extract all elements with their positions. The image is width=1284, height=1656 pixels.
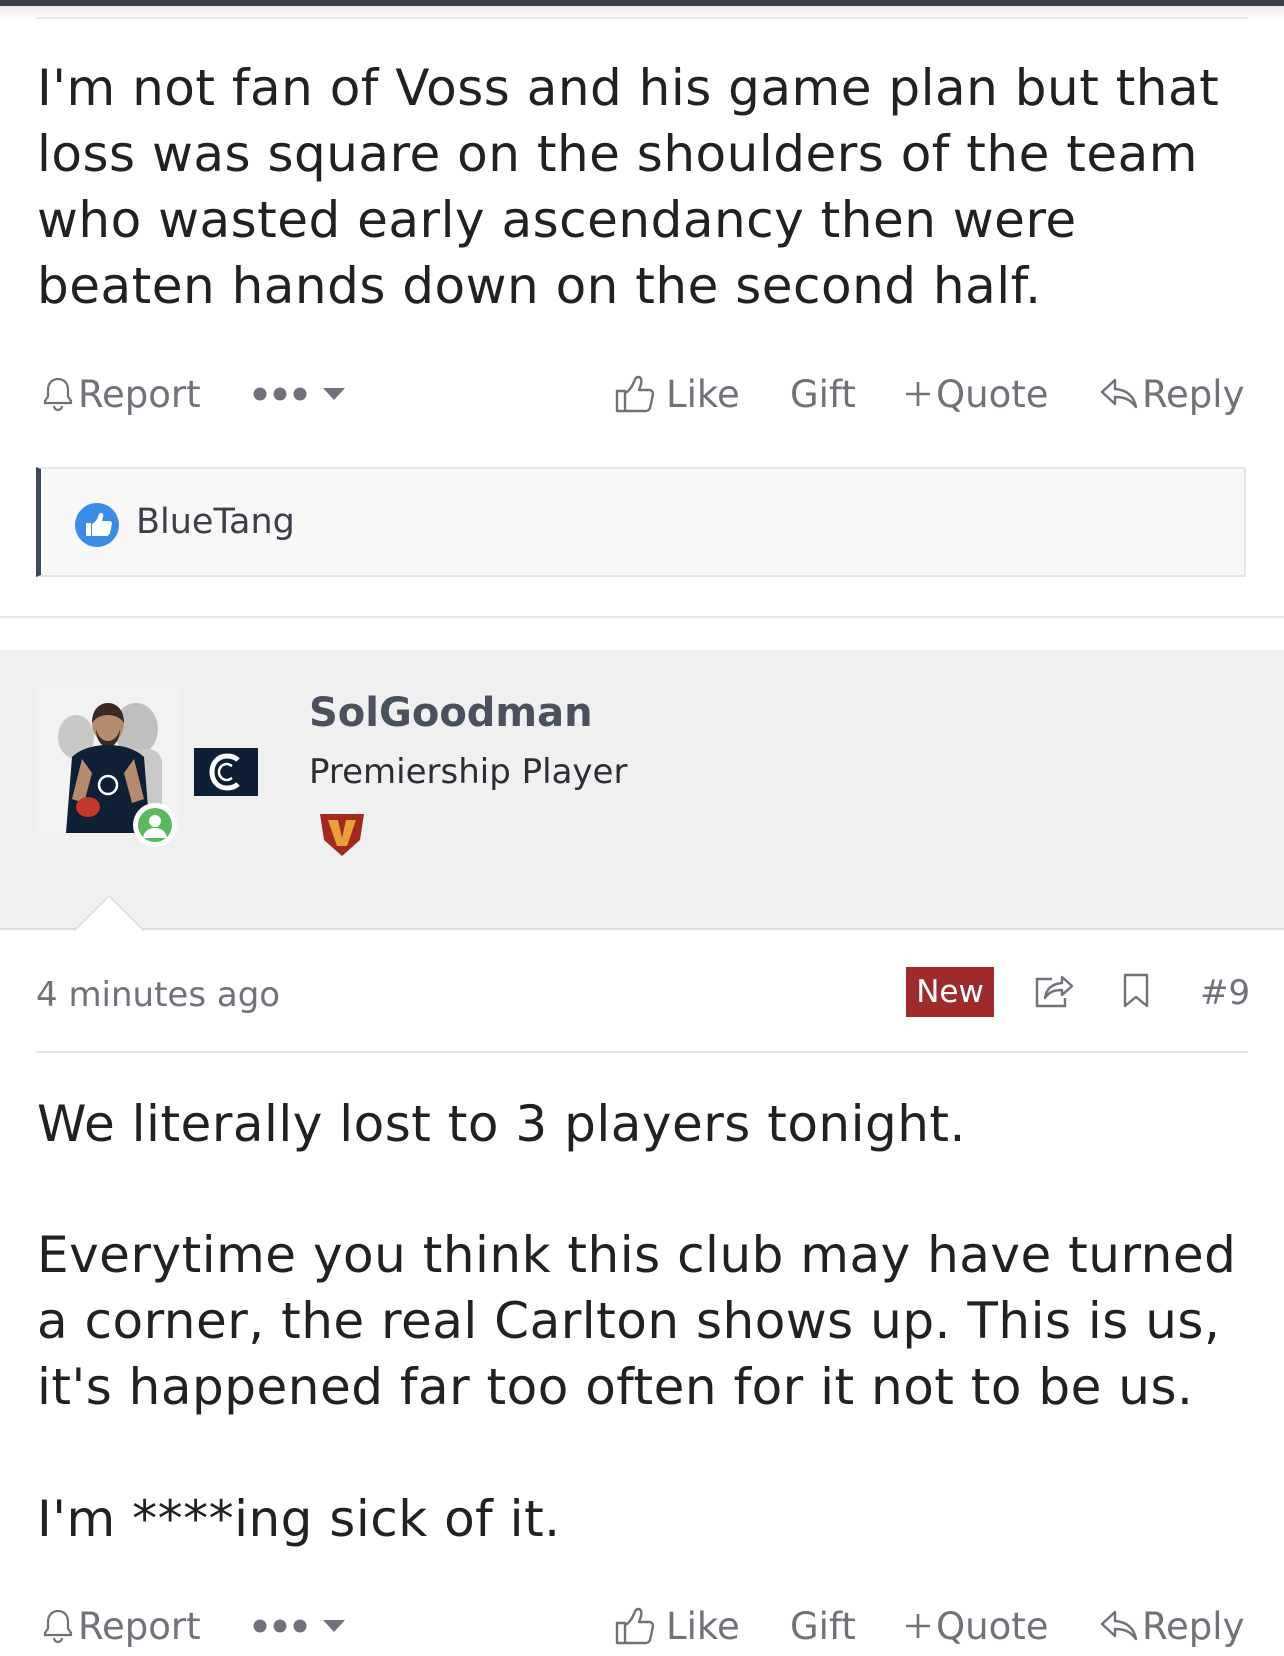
team-logo — [194, 748, 258, 796]
post-body-paragraph: I'm ****ing sick of it. — [37, 1490, 561, 1548]
chevron-down-icon — [322, 387, 346, 401]
like-button[interactable]: Like — [614, 364, 740, 424]
gift-label: Gift — [790, 372, 856, 416]
gift-label: Gift — [790, 1604, 856, 1648]
post-body-paragraph: We literally lost to 3 players tonight. — [37, 1095, 966, 1153]
report-button[interactable]: Report — [42, 1596, 201, 1656]
post-timestamp[interactable]: 4 minutes ago — [36, 975, 280, 1015]
report-label: Report — [78, 1604, 201, 1648]
plus-icon — [904, 1612, 932, 1640]
post-user-header — [0, 650, 1284, 930]
user-title: Premiership Player — [309, 752, 628, 792]
meta-divider — [36, 1051, 1248, 1053]
username-link[interactable]: SolGoodman — [309, 690, 593, 736]
bookmark-icon[interactable] — [1122, 973, 1150, 1013]
more-options-button[interactable] — [252, 1596, 346, 1656]
like-button[interactable]: Like — [614, 1596, 740, 1656]
gift-button[interactable]: Gift — [790, 1596, 856, 1656]
thumbs-up-icon — [614, 374, 654, 414]
more-dots-icon — [252, 1618, 308, 1634]
header-pointer — [75, 897, 143, 931]
post-action-bar: Report Like Gift Quote Reply — [0, 1596, 1284, 1656]
thumbs-up-icon — [614, 1606, 654, 1646]
liker-name-link[interactable]: BlueTang — [136, 502, 295, 542]
online-status — [133, 803, 177, 847]
like-label: Like — [666, 1604, 740, 1648]
more-dots-icon — [252, 386, 308, 402]
plus-icon — [904, 380, 932, 408]
reply-label: Reply — [1142, 1604, 1245, 1648]
post-body: I'm not fan of Voss and his game plan bu… — [37, 59, 1236, 315]
reply-label: Reply — [1142, 372, 1245, 416]
quote-label: Quote — [936, 372, 1049, 416]
gift-button[interactable]: Gift — [790, 364, 856, 424]
bell-icon — [42, 376, 74, 412]
reply-arrow-icon — [1100, 377, 1138, 411]
post-number-link[interactable]: #9 — [1200, 973, 1250, 1013]
report-button[interactable]: Report — [42, 364, 201, 424]
share-icon[interactable] — [1034, 973, 1074, 1013]
reply-arrow-icon — [1100, 1609, 1138, 1643]
quote-button[interactable]: Quote — [904, 364, 1048, 424]
v-badge-icon — [318, 810, 366, 858]
like-label: Like — [666, 372, 740, 416]
post-body-paragraph: Everytime you think this club may have t… — [37, 1226, 1253, 1416]
reply-button[interactable]: Reply — [1100, 1596, 1244, 1656]
bell-icon — [42, 1608, 74, 1644]
reply-button[interactable]: Reply — [1100, 364, 1244, 424]
quote-label: Quote — [936, 1604, 1049, 1648]
post-action-bar: Report Like Gift Quote Reply — [0, 364, 1284, 424]
report-label: Report — [78, 372, 201, 416]
more-options-button[interactable] — [252, 364, 346, 424]
top-divider — [36, 17, 1248, 19]
like-reaction-icon — [75, 503, 119, 547]
user-online-icon — [138, 808, 172, 842]
post-meta-row: 4 minutes ago New #9 — [0, 965, 1284, 1025]
new-badge: New — [906, 967, 994, 1017]
chevron-down-icon — [322, 1619, 346, 1633]
quote-button[interactable]: Quote — [904, 1596, 1048, 1656]
post-separator — [0, 616, 1284, 618]
reactions-summary: BlueTang — [36, 467, 1246, 577]
